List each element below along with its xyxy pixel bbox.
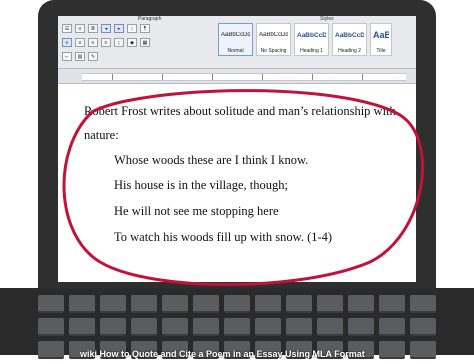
key: [131, 295, 157, 313]
key: [255, 318, 281, 336]
key: [131, 318, 157, 336]
key: [162, 295, 188, 313]
keyboard-base: [0, 288, 474, 359]
key: [193, 295, 219, 313]
key: [69, 295, 95, 313]
key: [348, 318, 374, 336]
key: [224, 318, 250, 336]
key: [379, 295, 405, 313]
key: [38, 295, 64, 313]
key: [410, 295, 436, 313]
key-row: [38, 295, 436, 313]
key: [224, 295, 250, 313]
key: [193, 318, 219, 336]
key: [286, 318, 312, 336]
key-row: [38, 318, 436, 336]
key: [317, 318, 343, 336]
laptop-illustration: Paragraph Styles ☰ ≡ ≣ ◂ ▸ ↕ ¶ ≡ ≡ ≡ ≡ ↨…: [0, 0, 474, 359]
key: [100, 318, 126, 336]
key: [410, 318, 436, 336]
key: [162, 318, 188, 336]
wikihow-caption: wiki How to Quote and Cite a Poem in an …: [80, 349, 365, 359]
key: [38, 318, 64, 336]
key: [317, 295, 343, 313]
key: [286, 295, 312, 313]
key: [379, 318, 405, 336]
highlight-circle-stroke: [62, 89, 425, 286]
key: [38, 341, 64, 359]
key: [100, 295, 126, 313]
key: [255, 295, 281, 313]
key: [69, 318, 95, 336]
key: [348, 295, 374, 313]
